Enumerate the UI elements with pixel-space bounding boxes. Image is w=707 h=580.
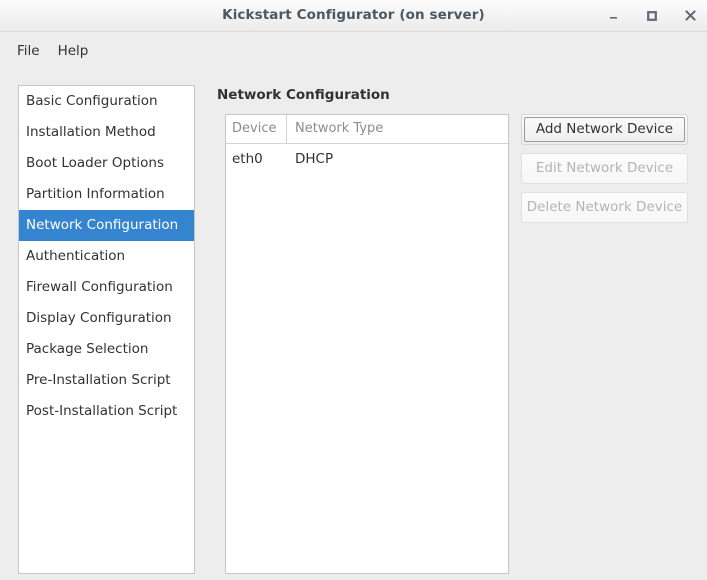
edit-network-device-button[interactable]: Edit Network Device: [521, 153, 688, 184]
column-header-network-type[interactable]: Network Type: [287, 115, 508, 143]
menu-item-help[interactable]: Help: [49, 40, 98, 62]
delete-network-device-button[interactable]: Delete Network Device: [521, 192, 688, 223]
window-controls: [605, 0, 699, 31]
sidebar-item-network-configuration[interactable]: Network Configuration: [19, 210, 194, 241]
menu-bar: File Help: [0, 32, 707, 70]
cell-device: eth0: [232, 151, 263, 167]
sidebar-list[interactable]: Basic Configuration Installation Method …: [18, 85, 195, 574]
title-bar: Kickstart Configurator (on server): [0, 0, 707, 32]
sidebar-item-boot-loader-options[interactable]: Boot Loader Options: [19, 148, 194, 179]
cell-network-type: DHCP: [295, 151, 334, 167]
device-action-buttons: Add Network Device Edit Network Device D…: [521, 114, 688, 223]
table-row[interactable]: eth0 DHCP: [226, 144, 508, 174]
sidebar-item-package-selection[interactable]: Package Selection: [19, 334, 194, 365]
sidebar-item-firewall-configuration[interactable]: Firewall Configuration: [19, 272, 194, 303]
column-header-device[interactable]: Device: [226, 115, 287, 143]
maximize-button[interactable]: [643, 7, 661, 25]
menu-item-file[interactable]: File: [8, 40, 49, 62]
add-network-device-label: Add Network Device: [524, 117, 685, 142]
window-title: Kickstart Configurator (on server): [222, 7, 485, 23]
sidebar-item-display-configuration[interactable]: Display Configuration: [19, 303, 194, 334]
close-button[interactable]: [681, 7, 699, 25]
page-title: Network Configuration: [217, 87, 390, 103]
table-header-row: Device Network Type: [226, 115, 508, 144]
network-device-table[interactable]: Device Network Type eth0 DHCP: [225, 114, 509, 574]
sidebar-item-basic-configuration[interactable]: Basic Configuration: [19, 86, 194, 117]
sidebar-item-partition-information[interactable]: Partition Information: [19, 179, 194, 210]
minimize-button[interactable]: [605, 7, 623, 25]
sidebar-item-installation-method[interactable]: Installation Method: [19, 117, 194, 148]
sidebar-item-authentication[interactable]: Authentication: [19, 241, 194, 272]
sidebar-item-pre-installation-script[interactable]: Pre-Installation Script: [19, 365, 194, 396]
sidebar-item-post-installation-script[interactable]: Post-Installation Script: [19, 396, 194, 427]
add-network-device-button[interactable]: Add Network Device: [521, 114, 688, 145]
